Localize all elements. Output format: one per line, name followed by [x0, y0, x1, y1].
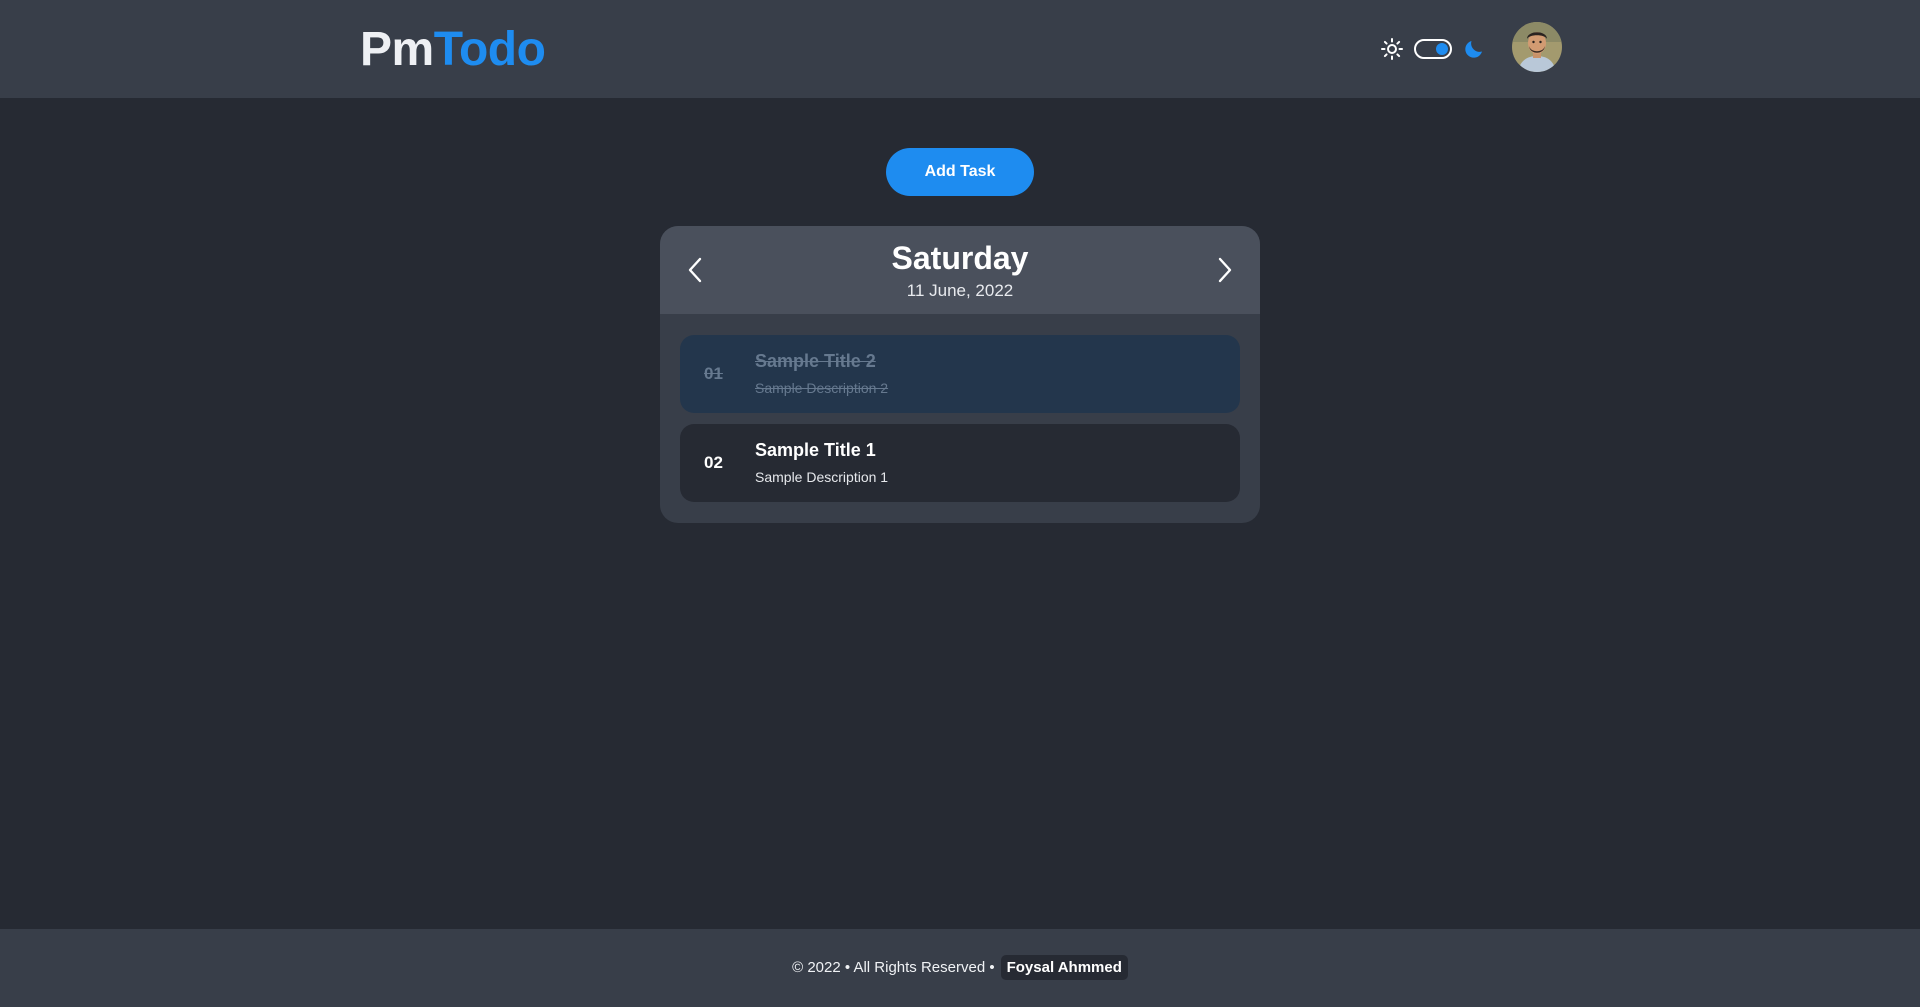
task-number: 01 — [704, 364, 723, 383]
day-name: Saturday — [891, 240, 1029, 276]
task-list: 01 Sample Title 2 Sample Description 2 0… — [680, 335, 1240, 513]
next-day-button[interactable] — [1209, 254, 1241, 286]
task-description: Sample Description 2 — [755, 380, 889, 396]
app-logo[interactable]: PmTodo — [360, 22, 546, 78]
theme-toggle[interactable] — [1414, 39, 1452, 59]
task-number: 02 — [704, 453, 723, 472]
task-title: Sample Title 2 — [755, 351, 876, 371]
app-header: PmTodo — [0, 0, 1920, 98]
day-header: Saturday 11 June, 2022 — [660, 226, 1260, 314]
task-title: Sample Title 1 — [755, 440, 876, 460]
sun-icon — [1381, 38, 1403, 60]
chevron-right-icon — [1218, 257, 1232, 283]
logo-pm: Pm — [360, 23, 434, 76]
copyright-text: © 2022 • All Rights Reserved • — [792, 959, 995, 976]
author-link[interactable]: Foysal Ahmmed — [1000, 955, 1128, 980]
avatar-icon — [1512, 22, 1562, 72]
logo-todo: Todo — [433, 23, 546, 76]
day-date: 11 June, 2022 — [906, 281, 1014, 300]
toggle-knob — [1436, 43, 1448, 55]
theme-switch — [1380, 35, 1486, 63]
task-description: Sample Description 1 — [755, 469, 889, 485]
moon-icon — [1465, 41, 1482, 58]
footer-content: © 2022 • All Rights Reserved • Foysal Ah… — [0, 955, 1920, 980]
user-avatar[interactable] — [1512, 22, 1562, 72]
task-item[interactable]: 02 Sample Title 1 Sample Description 1 — [680, 424, 1240, 502]
day-card: Saturday 11 June, 2022 01 Sample Title 2… — [660, 226, 1260, 523]
add-task-button[interactable]: Add Task — [886, 148, 1034, 196]
task-item[interactable]: 01 Sample Title 2 Sample Description 2 — [680, 335, 1240, 413]
app-footer: © 2022 • All Rights Reserved • Foysal Ah… — [0, 929, 1920, 1007]
